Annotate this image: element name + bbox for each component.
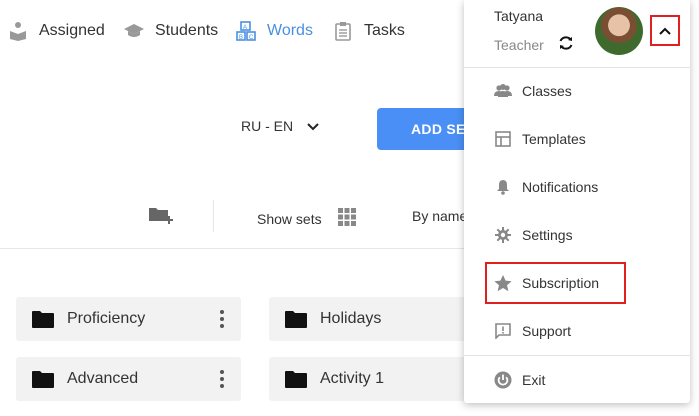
chevron-up-icon xyxy=(659,22,671,40)
folder-card[interactable]: Holidays xyxy=(269,297,469,341)
show-sets-label: Show sets xyxy=(257,210,322,227)
folder-card[interactable]: Proficiency xyxy=(16,297,241,341)
sort-select[interactable]: By name xyxy=(412,208,467,224)
bell-icon xyxy=(494,178,512,196)
menu-item-settings-label: Settings xyxy=(522,227,573,243)
user-role: Teacher xyxy=(494,37,544,53)
toolbar-divider xyxy=(213,200,214,232)
menu-item-notifications[interactable]: Notifications xyxy=(464,167,690,207)
language-select[interactable]: RU - EN xyxy=(241,118,319,134)
menu-item-exit[interactable]: Exit xyxy=(464,360,690,400)
menu-item-notifications-label: Notifications xyxy=(522,179,599,195)
gear-icon xyxy=(494,226,512,244)
sync-icon[interactable] xyxy=(558,35,574,56)
menu-item-support-label: Support xyxy=(522,323,572,339)
show-sets-toggle[interactable]: Show sets xyxy=(257,208,356,229)
more-vert-icon[interactable] xyxy=(219,370,225,388)
folder-name: Proficiency xyxy=(67,310,146,327)
abc-blocks-icon: ABC xyxy=(236,21,256,41)
avatar[interactable] xyxy=(595,7,643,55)
folder-name: Activity 1 xyxy=(320,370,385,387)
top-nav: Assigned Students ABC Words Tasks xyxy=(0,0,470,60)
power-icon xyxy=(494,371,512,389)
user-menu-panel: Tatyana Teacher Classes Templates Notifi… xyxy=(464,0,690,403)
content-divider xyxy=(0,248,470,249)
nav-assigned-label: Assigned xyxy=(39,22,105,39)
chevron-down-icon xyxy=(307,118,319,134)
nav-students[interactable]: Students xyxy=(124,20,218,42)
folder-card[interactable]: Advanced xyxy=(16,357,241,401)
svg-text:C: C xyxy=(249,35,254,41)
folder-icon xyxy=(32,371,54,393)
subscription-highlight xyxy=(485,262,626,304)
clipboard-icon xyxy=(333,21,353,41)
menu-item-classes[interactable]: Classes xyxy=(464,71,690,111)
menu-item-templates[interactable]: Templates xyxy=(464,119,690,159)
svg-text:B: B xyxy=(239,35,243,41)
folder-icon xyxy=(285,371,307,393)
folder-icon xyxy=(32,311,54,333)
nav-tasks-label: Tasks xyxy=(364,22,405,39)
grid-view-icon xyxy=(337,208,356,229)
nav-assigned[interactable]: Assigned xyxy=(8,20,105,42)
svg-text:A: A xyxy=(243,25,247,31)
menu-item-exit-label: Exit xyxy=(522,372,546,388)
user-name: Tatyana xyxy=(494,8,544,24)
menu-item-support[interactable]: Support xyxy=(464,311,690,351)
nav-students-label: Students xyxy=(155,22,219,39)
folder-icon xyxy=(285,311,307,333)
template-icon xyxy=(494,130,512,148)
people-icon xyxy=(494,82,512,100)
feedback-icon xyxy=(494,322,512,340)
folder-name: Holidays xyxy=(320,310,382,327)
language-select-value: RU - EN xyxy=(241,118,294,134)
graduation-cap-icon xyxy=(124,21,144,41)
nav-tasks[interactable]: Tasks xyxy=(333,20,405,42)
collapse-menu-button[interactable] xyxy=(650,15,680,46)
nav-words[interactable]: ABC Words xyxy=(236,20,313,42)
sort-select-value: By name xyxy=(412,208,468,224)
menu-divider xyxy=(464,355,690,356)
new-folder-icon[interactable] xyxy=(148,205,174,230)
reader-icon xyxy=(8,21,28,41)
menu-item-classes-label: Classes xyxy=(522,83,572,99)
folder-name: Advanced xyxy=(67,370,139,387)
nav-words-label: Words xyxy=(267,22,313,39)
more-vert-icon[interactable] xyxy=(219,310,225,328)
folder-card[interactable]: Activity 1 xyxy=(269,357,469,401)
menu-divider xyxy=(464,67,690,68)
menu-item-settings[interactable]: Settings xyxy=(464,215,690,255)
menu-item-templates-label: Templates xyxy=(522,131,586,147)
